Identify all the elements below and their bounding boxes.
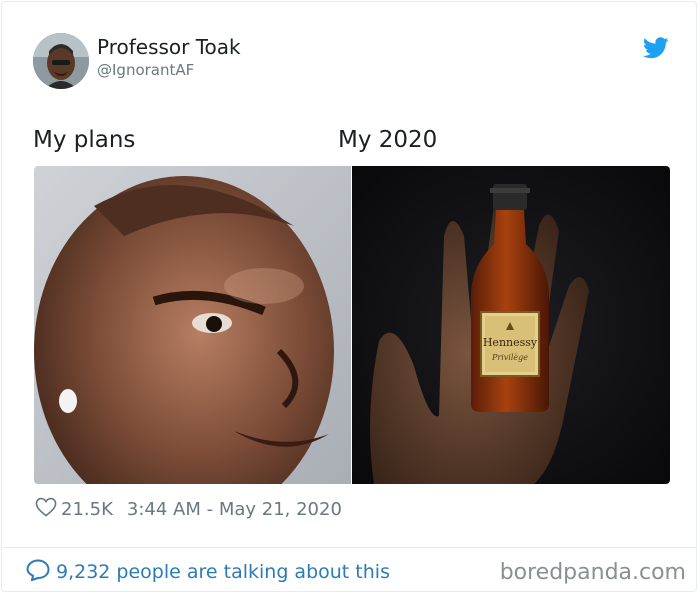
tweet-meta: 21.5K 3:44 AM - May 21, 2020 [35,497,342,521]
like-count[interactable]: 21.5K [61,499,113,520]
avatar[interactable] [33,33,89,89]
display-name[interactable]: Professor Toak [97,35,241,59]
divider [2,547,696,548]
speech-bubble-icon [26,558,50,586]
tweet-media[interactable]: Hennessy Privilège [34,166,670,484]
heart-icon[interactable] [35,497,57,522]
watermark: boredpanda.com [499,560,686,585]
talking-link[interactable]: 9,232 people are talking about this [26,558,390,586]
meme-image: Hennessy Privilège [34,166,670,484]
tweet-card: Professor Toak @IgnorantAF My plans My 2… [1,1,697,592]
bottle-sub-text: Privilège [491,353,528,362]
avatar-image [33,33,89,89]
timestamp[interactable]: 3:44 AM - May 21, 2020 [127,499,342,520]
twitter-bird-icon[interactable] [642,37,669,59]
talking-label: 9,232 people are talking about this [56,561,390,583]
caption-left: My plans [33,127,136,153]
username-handle[interactable]: @IgnorantAF [97,61,194,79]
bottle-brand-text: Hennessy [483,336,538,349]
caption-right: My 2020 [338,127,438,153]
